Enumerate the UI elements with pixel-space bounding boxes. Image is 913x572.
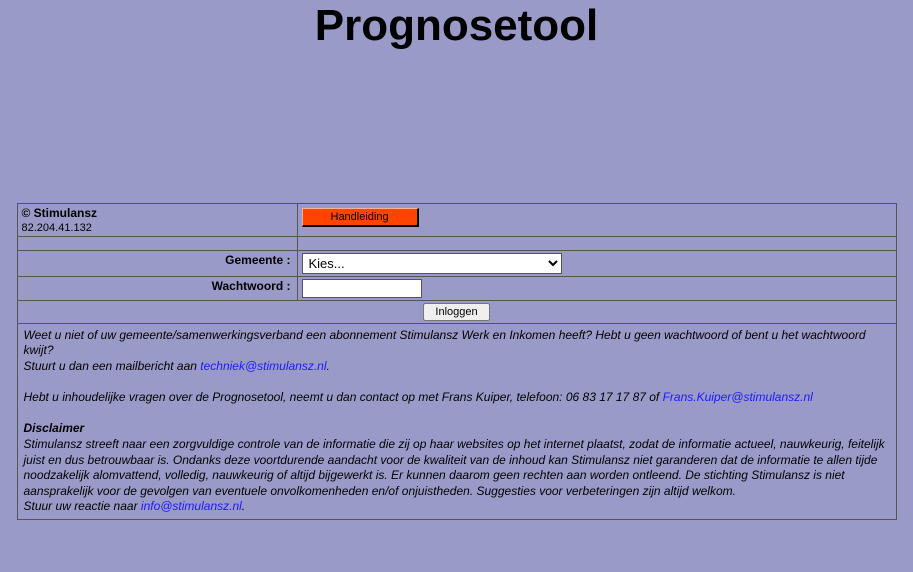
mail-info-link[interactable]: info@stimulansz.nl [141,499,242,513]
spacer-cell [17,236,297,250]
info-p1b: Stuurt u dan een mailbericht aan [24,359,201,373]
info-cell: Weet u niet of uw gemeente/samenwerkings… [17,323,896,519]
disclaimer-heading: Disclaimer [24,421,85,435]
mail-techniek-link[interactable]: techniek@stimulansz.nl [200,359,326,373]
handleiding-button[interactable]: Handleiding [302,208,419,227]
inloggen-button[interactable]: Inloggen [423,303,489,321]
info-p3: Stuur uw reactie naar [24,499,141,513]
info-p1a: Weet u niet of uw gemeente/samenwerkings… [24,328,866,358]
gemeente-select[interactable]: Kies... [302,253,562,274]
help-cell: Handleiding [297,203,896,236]
mail-frans-link[interactable]: Frans.Kuiper@stimulansz.nl [663,390,813,404]
copyright-cell: © Stimulansz 82.204.41.132 [17,203,297,236]
info-p2a: Hebt u inhoudelijke vragen over de Progn… [24,390,663,404]
copyright-text: © Stimulansz [22,206,98,220]
spacer-cell [297,236,896,250]
wachtwoord-input[interactable] [302,279,422,298]
submit-cell: Inloggen [17,300,896,323]
disclaimer-body: Stimulansz streeft naar een zorgvuldige … [24,437,885,498]
login-table: © Stimulansz 82.204.41.132 Handleiding G… [17,203,897,520]
ip-text: 82.204.41.132 [22,222,92,234]
wachtwoord-cell [297,276,896,300]
wachtwoord-label: Wachtwoord : [17,276,297,300]
page-title: Prognosetool [0,0,913,53]
gemeente-label: Gemeente : [17,250,297,276]
gemeente-cell: Kies... [297,250,896,276]
